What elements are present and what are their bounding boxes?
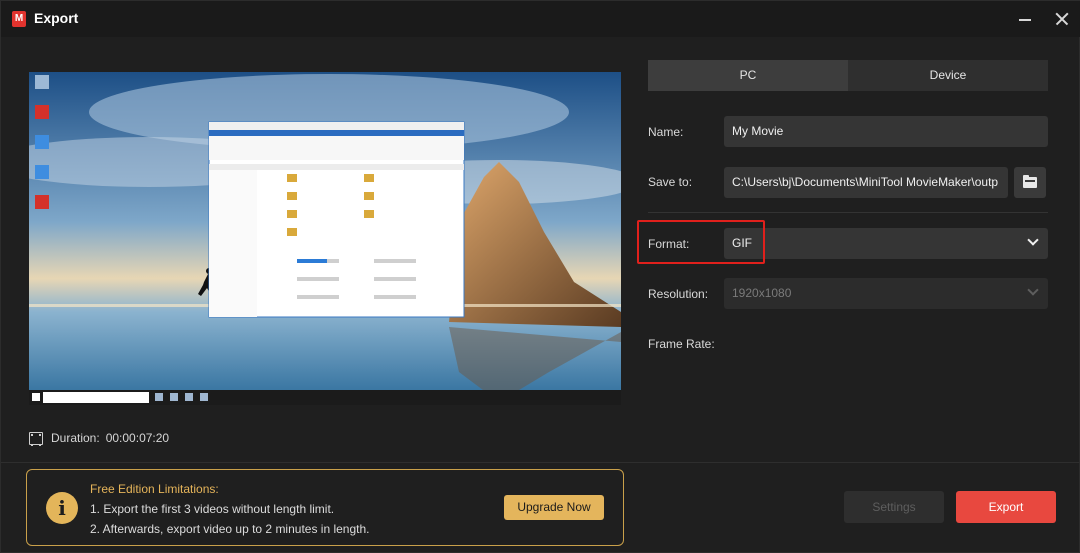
duration-info: Duration: 00:00:07:20 [29,431,170,446]
target-tabs: PC Device [648,60,1048,91]
limitations-title: Free Edition Limitations: [90,482,219,496]
tab-device[interactable]: Device [848,60,1048,91]
limitation-line-2: 2. Afterwards, export video up to 2 minu… [90,522,370,536]
folder-icon [1023,175,1037,188]
format-highlight-annotation [637,220,765,264]
resolution-select[interactable]: 1920x1080 [724,278,1048,309]
info-icon: i [46,492,78,524]
resolution-value: 1920x1080 [732,286,792,300]
minimize-icon[interactable] [1013,7,1037,31]
frame-rate-label: Frame Rate: [648,337,715,351]
tab-pc[interactable]: PC [648,60,848,91]
name-label: Name: [648,125,684,139]
name-input[interactable]: My Movie [724,116,1048,147]
export-window: M Export Duration: 00:00:07:20 PC Device… [0,0,1080,553]
save-to-label: Save to: [648,175,693,189]
save-to-input[interactable]: C:\Users\bj\Documents\MiniTool MovieMake… [724,167,1008,198]
browse-folder-button[interactable] [1014,167,1046,198]
export-button[interactable]: Export [956,491,1056,523]
title-bar: M Export [1,1,1080,37]
video-preview [29,72,621,405]
free-edition-notice: i Free Edition Limitations: 1. Export th… [26,469,624,546]
settings-button[interactable]: Settings [844,491,944,523]
close-icon[interactable] [1050,7,1074,31]
preview-desktop-image [29,72,621,405]
duration-value: 00:00:07:20 [105,431,170,445]
duration-label: Duration: [51,431,100,445]
section-divider [648,212,1048,213]
limitation-line-1: 1. Export the first 3 videos without len… [90,502,335,516]
app-logo-icon: M [12,11,26,27]
bottom-divider [1,462,1080,463]
film-icon [29,431,43,446]
window-title: Export [34,10,79,26]
format-select[interactable]: GIF [724,228,1048,259]
upgrade-now-button[interactable]: Upgrade Now [504,495,604,520]
resolution-label: Resolution: [648,287,709,301]
